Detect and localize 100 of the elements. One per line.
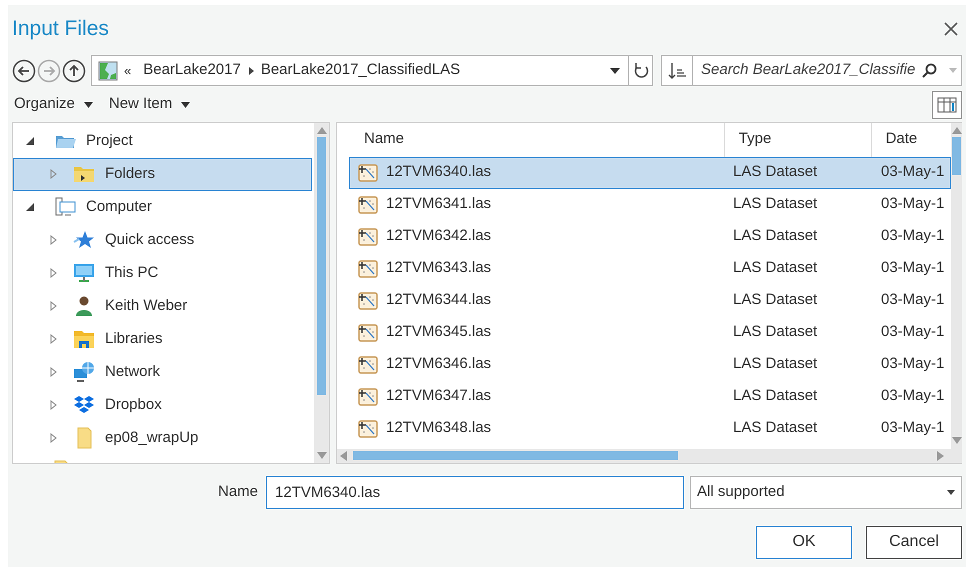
refresh-button[interactable] <box>629 55 653 86</box>
collapse-arrow-icon[interactable] <box>26 203 34 211</box>
expand-arrow-icon[interactable] <box>50 433 57 443</box>
scroll-up-icon[interactable] <box>316 126 326 134</box>
file-name: 12TVM6346.las <box>386 354 492 374</box>
breadcrumb[interactable]: BearLake2017 <box>137 59 247 82</box>
file-name: 12TVM6345.las <box>386 322 492 342</box>
file-row[interactable]: 12TVM6345.las LAS Dataset 03-May-1 <box>349 316 951 348</box>
file-row[interactable]: 12TVM6348.las LAS Dataset 03-May-1 <box>349 412 951 444</box>
tree-item[interactable]: This PC <box>13 256 312 290</box>
star-icon <box>73 229 95 251</box>
expand-arrow-icon[interactable] <box>50 268 57 278</box>
cancel-button[interactable]: Cancel <box>866 526 962 558</box>
expand-arrow-icon[interactable] <box>50 301 57 311</box>
path-overflow[interactable]: « <box>118 60 138 80</box>
file-row[interactable]: 12TVM6346.las LAS Dataset 03-May-1 <box>349 348 951 380</box>
file-row[interactable]: 12TVM6347.las LAS Dataset 03-May-1 <box>349 380 951 412</box>
refresh-icon <box>632 62 648 80</box>
ok-button[interactable]: OK <box>756 526 852 558</box>
file-date: 03-May-1 <box>880 322 944 342</box>
expand-arrow-icon[interactable] <box>50 169 57 179</box>
file-name: 12TVM6344.las <box>386 290 492 310</box>
caret-icon <box>181 102 190 108</box>
point-cloud-file-icon <box>358 322 378 342</box>
file-date: 03-May-1 <box>880 194 944 214</box>
file-type: LAS Dataset <box>732 418 818 438</box>
scroll-right-icon[interactable] <box>937 450 945 461</box>
scroll-thumb[interactable] <box>353 451 678 460</box>
scrollbar[interactable] <box>314 122 329 462</box>
point-cloud-file-icon <box>358 194 378 214</box>
file-date: 03-May-1 <box>880 418 944 438</box>
scroll-left-icon[interactable] <box>339 450 347 461</box>
file-name: 12TVM6343.las <box>386 258 492 278</box>
scroll-down-icon[interactable] <box>316 452 326 460</box>
file-row[interactable]: 12TVM6344.las LAS Dataset 03-May-1 <box>349 284 951 316</box>
file-date: 03-May-1 <box>880 290 944 310</box>
window-title: Input Files <box>12 16 109 42</box>
expand-arrow-icon[interactable] <box>50 400 57 410</box>
network-icon <box>73 361 95 383</box>
tree-item[interactable]: ep08_wrapUp <box>13 422 312 454</box>
expand-arrow-icon[interactable] <box>50 235 57 245</box>
up-button[interactable] <box>62 58 86 82</box>
file-name: 12TVM6340.las <box>386 162 492 182</box>
search-field[interactable]: Search BearLake2017_Classifie <box>693 55 962 86</box>
collapse-arrow-icon[interactable] <box>26 137 34 145</box>
tree-item[interactable]: Network <box>13 356 312 388</box>
caret-icon[interactable] <box>610 68 620 74</box>
sort-icon <box>667 62 687 80</box>
expand-arrow-icon[interactable] <box>50 334 57 344</box>
search-icon <box>921 62 937 78</box>
file-name: 12TVM6347.las <box>386 386 492 406</box>
tree-item[interactable]: Dropbox <box>13 388 312 422</box>
tree-item[interactable]: Keith Weber <box>13 290 312 322</box>
file-type: LAS Dataset <box>732 258 818 278</box>
scroll-up-icon[interactable] <box>952 126 962 134</box>
address-bar[interactable]: « BearLake2017 BearLake2017_ClassifiedLAS <box>91 55 629 86</box>
file-row[interactable]: 12TVM6342.las LAS Dataset 03-May-1 <box>349 220 951 252</box>
horizontal-scrollbar[interactable] <box>337 448 951 462</box>
file-date: 03-May-1 <box>880 354 944 374</box>
view-button[interactable] <box>932 90 962 118</box>
tree-item[interactable]: Libraries <box>13 322 312 356</box>
expand-arrow-icon[interactable] <box>50 367 57 377</box>
computer-icon <box>54 196 76 218</box>
breadcrumb[interactable]: BearLake2017_ClassifiedLAS <box>254 59 466 82</box>
sort-button[interactable] <box>661 55 693 86</box>
point-cloud-file-icon <box>358 162 378 182</box>
tree-item[interactable]: Computer <box>13 190 312 224</box>
file-date: 03-May-1 <box>880 162 944 182</box>
file-type: LAS Dataset <box>732 322 818 342</box>
point-cloud-file-icon <box>358 226 378 246</box>
scroll-thumb[interactable] <box>317 136 326 394</box>
file-name: 12TVM6342.las <box>386 226 492 246</box>
column-header[interactable]: Date <box>872 122 951 156</box>
file-date: 03-May-1 <box>880 386 944 406</box>
scroll-thumb[interactable] <box>952 136 961 174</box>
file-row[interactable]: 12TVM6340.las LAS Dataset 03-May-1 <box>349 156 951 188</box>
folder-icon <box>73 328 95 350</box>
tree-item[interactable]: Project <box>13 124 312 158</box>
tree-item[interactable]: Folders <box>13 158 312 190</box>
file-type: LAS Dataset <box>732 290 818 310</box>
tree-item[interactable]: Quick access <box>13 224 312 256</box>
file-row[interactable]: 12TVM6343.las LAS Dataset 03-May-1 <box>349 252 951 284</box>
name-field[interactable]: 12TVM6340.las <box>266 476 684 509</box>
file-date: 03-May-1 <box>880 226 944 246</box>
file-row[interactable]: 12TVM6341.las LAS Dataset 03-May-1 <box>349 188 951 220</box>
toolbar-menu[interactable]: Organize <box>12 93 93 116</box>
scrollbar[interactable] <box>951 122 962 462</box>
point-cloud-file-icon <box>358 258 378 278</box>
file-date: 03-May-1 <box>880 258 944 278</box>
chevron-icon <box>246 66 255 76</box>
back-button[interactable] <box>12 58 36 82</box>
file-type: LAS Dataset <box>732 386 818 406</box>
caret-icon <box>947 490 955 495</box>
file-type-dropdown[interactable]: All supported <box>690 476 962 509</box>
file-type: LAS Dataset <box>732 226 818 246</box>
point-cloud-file-icon <box>358 354 378 374</box>
file-type: LAS Dataset <box>732 354 818 374</box>
columns-icon <box>937 96 957 112</box>
toolbar-menu[interactable]: New Item <box>106 93 190 116</box>
scroll-down-icon[interactable] <box>952 436 962 444</box>
